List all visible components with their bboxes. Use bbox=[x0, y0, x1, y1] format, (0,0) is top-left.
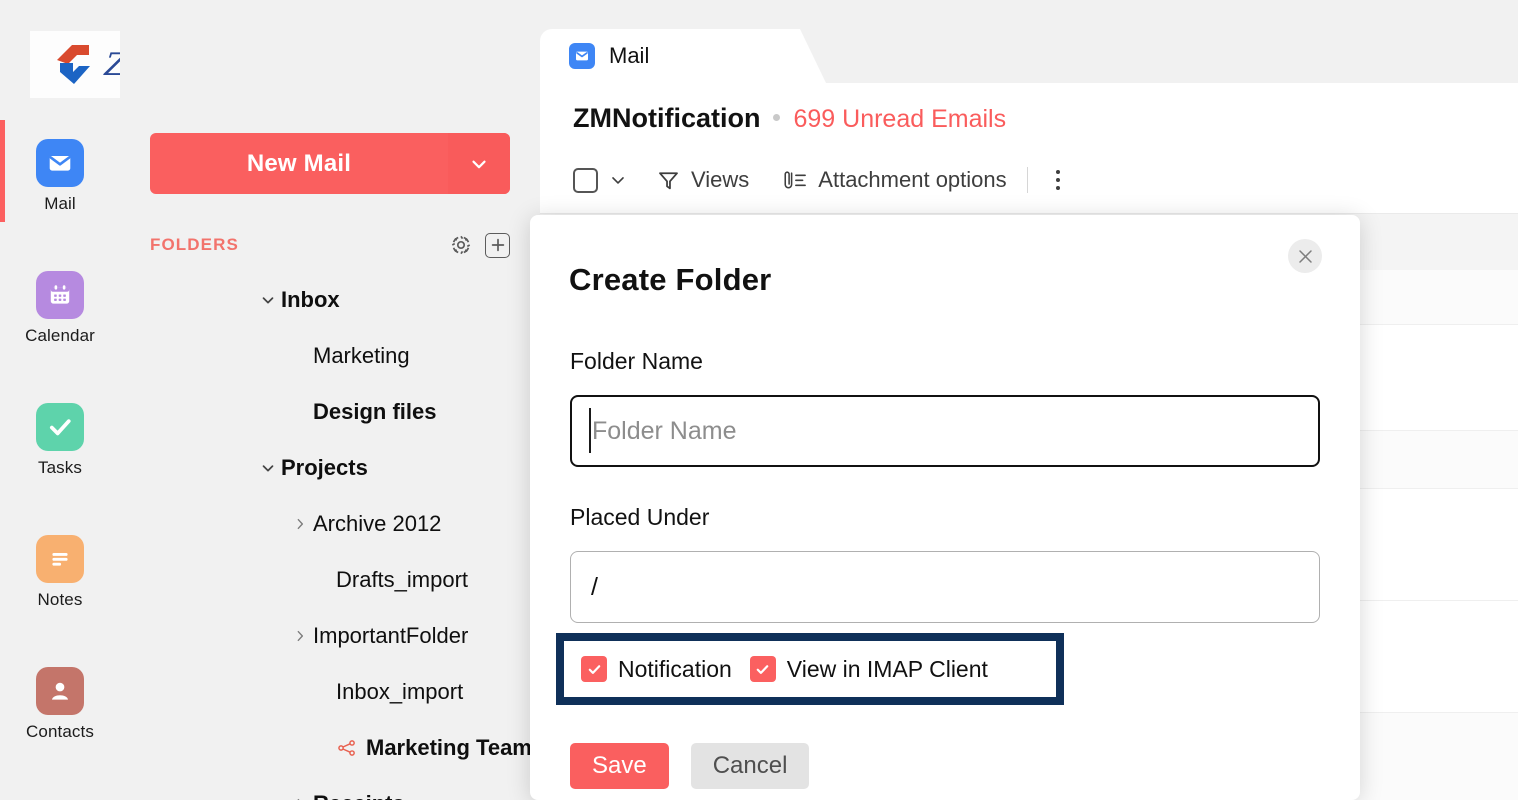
rail-item-contacts[interactable]: Contacts bbox=[0, 667, 120, 742]
check-icon bbox=[36, 403, 84, 451]
folder-label: Drafts_import bbox=[336, 567, 468, 593]
new-mail-button[interactable]: New Mail bbox=[150, 133, 510, 194]
calendar-icon bbox=[36, 271, 84, 319]
filter-icon bbox=[656, 168, 681, 193]
cancel-button[interactable]: Cancel bbox=[691, 743, 810, 789]
folders-section-header: FOLDERS bbox=[150, 230, 510, 260]
folder-label: Receipts bbox=[313, 791, 405, 800]
folder-label: Marketing Team bbox=[366, 735, 532, 761]
chevron-right-icon[interactable] bbox=[287, 628, 313, 644]
folder-label: Projects bbox=[281, 455, 368, 481]
notification-checkbox[interactable]: Notification bbox=[581, 656, 732, 683]
tab-label-mail: Mail bbox=[609, 43, 649, 69]
folder-panel: New Mail FOLDERS Inbox435MarketingDesign… bbox=[120, 0, 537, 800]
folder-settings-button[interactable] bbox=[448, 232, 474, 258]
gear-icon bbox=[449, 233, 473, 257]
paperclip-list-icon bbox=[781, 168, 808, 193]
check-icon bbox=[750, 656, 776, 682]
save-button[interactable]: Save bbox=[570, 743, 669, 789]
toolbar-divider bbox=[1027, 167, 1028, 193]
unread-count-label: 699 Unread Emails bbox=[793, 105, 1006, 134]
notes-icon bbox=[36, 535, 84, 583]
checkbox-icon bbox=[573, 168, 598, 193]
new-mail-dropdown-button[interactable] bbox=[448, 133, 510, 194]
close-icon[interactable] bbox=[1288, 239, 1322, 273]
rail-item-tasks[interactable]: Tasks bbox=[0, 403, 120, 478]
chevron-down-icon[interactable] bbox=[255, 291, 281, 309]
separator-dot bbox=[773, 114, 780, 121]
attachment-options-label: Attachment options bbox=[818, 167, 1006, 193]
app-rail: Zylker Mail Calendar Tasks bbox=[0, 0, 120, 800]
contact-icon bbox=[36, 667, 84, 715]
rail-label-calendar: Calendar bbox=[25, 326, 95, 346]
rail-label-mail: Mail bbox=[44, 194, 76, 214]
view-in-imap-client-label: View in IMAP Client bbox=[787, 656, 988, 683]
views-label: Views bbox=[691, 167, 749, 193]
placed-under-input[interactable] bbox=[570, 551, 1320, 623]
view-in-imap-client-checkbox[interactable]: View in IMAP Client bbox=[750, 656, 988, 683]
create-folder-dialog: Create Folder Folder Name Placed Under N… bbox=[530, 215, 1360, 800]
attachment-options-button[interactable]: Attachment options bbox=[781, 157, 1006, 203]
dialog-title: Create Folder bbox=[569, 262, 771, 298]
folder-options-group: Notification View in IMAP Client bbox=[556, 633, 1064, 705]
placed-under-label: Placed Under bbox=[570, 504, 709, 531]
select-all-control[interactable] bbox=[573, 157, 656, 203]
folder-label: Inbox_import bbox=[336, 679, 463, 705]
dialog-actions: Save Cancel bbox=[570, 743, 809, 789]
check-icon bbox=[581, 656, 607, 682]
rail-item-mail[interactable]: Mail bbox=[0, 139, 120, 214]
chevron-down-icon bbox=[608, 170, 628, 190]
rail-label-notes: Notes bbox=[38, 590, 83, 610]
new-mail-label: New Mail bbox=[150, 133, 448, 194]
chevron-right-icon[interactable] bbox=[287, 516, 313, 532]
chevron-right-icon[interactable] bbox=[287, 796, 313, 800]
plus-icon bbox=[490, 237, 506, 253]
add-folder-button[interactable] bbox=[485, 233, 510, 258]
folder-label: ImportantFolder bbox=[313, 623, 468, 649]
text-cursor bbox=[589, 408, 591, 453]
share-icon bbox=[336, 737, 358, 759]
folder-label: Inbox bbox=[281, 287, 340, 313]
folders-title: FOLDERS bbox=[150, 235, 448, 255]
mail-icon bbox=[569, 43, 595, 69]
folder-name-label: Folder Name bbox=[570, 348, 703, 375]
mail-icon bbox=[36, 139, 84, 187]
mailbox-toolbar: Views Attachment options bbox=[573, 157, 1518, 203]
zylker-logomark-icon bbox=[49, 41, 101, 89]
rail-item-notes[interactable]: Notes bbox=[0, 535, 120, 610]
folder-label: Design files bbox=[313, 399, 436, 425]
zylker-mail-app: Zylker Mail Calendar Tasks bbox=[0, 0, 1518, 800]
tab-mail[interactable]: Mail bbox=[540, 29, 800, 83]
rail-label-tasks: Tasks bbox=[38, 458, 82, 478]
views-button[interactable]: Views bbox=[656, 157, 749, 203]
rail-item-calendar[interactable]: Calendar bbox=[0, 271, 120, 346]
notification-checkbox-label: Notification bbox=[618, 656, 732, 683]
rail-label-contacts: Contacts bbox=[26, 722, 94, 742]
folder-name-input[interactable] bbox=[570, 395, 1320, 467]
mailbox-name: ZMNotification bbox=[573, 103, 760, 134]
folder-label: Marketing bbox=[313, 343, 410, 369]
chevron-down-icon bbox=[468, 153, 490, 175]
folder-label: Archive 2012 bbox=[313, 511, 441, 537]
chevron-down-icon[interactable] bbox=[255, 459, 281, 477]
mailbox-header: ZMNotification 699 Unread Emails bbox=[573, 103, 1006, 134]
more-vertical-icon[interactable] bbox=[1048, 170, 1068, 190]
